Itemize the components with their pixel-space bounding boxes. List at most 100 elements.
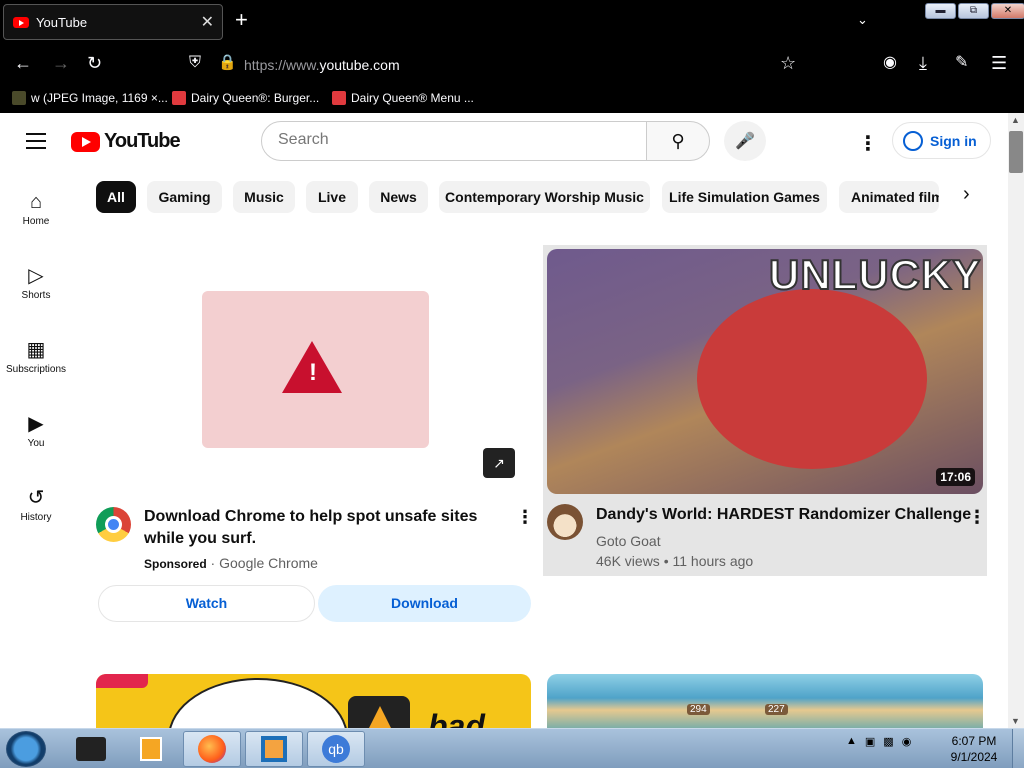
display-icon[interactable]: ▩ <box>883 735 893 748</box>
video-thumbnail-partial[interactable]: 294 227 <box>547 674 983 728</box>
app-menu-icon[interactable]: ☰ <box>991 53 1007 73</box>
video-thumbnail-partial[interactable]: bad <box>96 674 531 728</box>
scrollbar-thumb[interactable] <box>1009 131 1023 173</box>
channel-avatar[interactable] <box>547 504 583 540</box>
home-icon: ⌂ <box>29 191 43 213</box>
page-scrollbar[interactable]: ▲ ▼ <box>1008 113 1024 728</box>
taskbar-app-icon[interactable] <box>62 731 120 767</box>
address-bar[interactable]: https://www.youtube.com <box>244 57 400 73</box>
sidebar-item-history[interactable]: ↺ History <box>0 484 72 523</box>
virtualbox-taskbar-button[interactable] <box>245 731 303 767</box>
video-thumbnail[interactable]: UNLUCKY 17:06 <box>547 249 983 494</box>
video-kebab-menu-icon[interactable]: ⋮ <box>968 507 986 528</box>
close-window-button[interactable]: ✕ <box>991 3 1024 19</box>
bookmark-item-2[interactable]: Dairy Queen® Menu ... <box>332 91 474 105</box>
external-link-icon[interactable]: ↗ <box>483 448 515 478</box>
tray-arrow-icon[interactable]: ▲ <box>846 735 857 748</box>
scroll-down-icon[interactable]: ▼ <box>1011 716 1020 726</box>
windows-taskbar: qb ▲ ▣ ▩ ◉ 6:07 PM 9/1/2024 <box>0 728 1024 768</box>
thumbnail-text: bad <box>428 708 485 728</box>
shield-icon[interactable]: ⛨ <box>189 53 201 73</box>
scroll-up-icon[interactable]: ▲ <box>1011 115 1020 125</box>
back-arrow-icon[interactable]: ← <box>14 53 32 73</box>
sidebar-item-shorts[interactable]: ▷ Shorts <box>0 262 72 301</box>
hamburger-menu-icon[interactable] <box>26 133 46 149</box>
chip-all[interactable]: All <box>96 181 136 213</box>
ad-thumbnail[interactable]: ! <box>202 291 429 448</box>
firefox-taskbar-button[interactable] <box>183 731 241 767</box>
watch-button[interactable]: Watch <box>98 585 315 622</box>
channel-name[interactable]: Goto Goat <box>596 533 661 549</box>
reload-icon[interactable]: ↻ <box>87 53 102 73</box>
browser-nav-bar: ← → ↻ ⛨ 🔒 https://www.youtube.com ☆ ◉ ⤓ … <box>0 43 1024 86</box>
window-controls: ▬ ⧉ ✕ <box>925 3 1024 19</box>
badge: 294 <box>687 704 710 715</box>
browser-tab-youtube[interactable]: YouTube ✕ <box>3 4 223 40</box>
sidebar-item-you[interactable]: ▶ You <box>0 410 72 449</box>
voice-search-button[interactable]: 🎤 <box>724 121 766 161</box>
video-title[interactable]: Dandy's World: HARDEST Randomizer Challe… <box>596 506 971 524</box>
extensions-icon[interactable]: ✎ <box>955 53 968 73</box>
microphone-icon: 🎤 <box>735 133 755 150</box>
bookmark-star-icon[interactable]: ☆ <box>780 53 796 73</box>
bookmark-label: Dairy Queen®: Burger... <box>191 91 320 105</box>
ad-kebab-menu-icon[interactable]: ⋮ <box>516 507 534 528</box>
show-desktop-button[interactable] <box>1012 729 1024 768</box>
start-button[interactable] <box>6 731 46 767</box>
new-tab-button[interactable]: + <box>235 9 248 31</box>
volume-icon[interactable]: ◉ <box>902 735 912 748</box>
tab-title: YouTube <box>36 15 88 30</box>
clock[interactable]: 6:07 PM 9/1/2024 <box>948 733 1000 765</box>
sidebar-item-home[interactable]: ⌂ Home <box>0 188 72 227</box>
media-player-icon[interactable] <box>122 731 180 767</box>
qbittorrent-taskbar-button[interactable]: qb <box>307 731 365 767</box>
pocket-icon[interactable]: ◉ <box>883 53 897 73</box>
chip-gaming[interactable]: Gaming <box>147 181 222 213</box>
history-icon: ↺ <box>27 487 45 509</box>
restore-button[interactable]: ⧉ <box>958 3 989 19</box>
sidebar-item-subscriptions[interactable]: ▦ Subscriptions <box>0 336 72 375</box>
minimize-button[interactable]: ▬ <box>925 3 956 19</box>
bookmark-item-0[interactable]: w (JPEG Image, 1169 ×... <box>12 91 168 105</box>
dairy-queen-icon <box>332 91 346 105</box>
bookmark-label: Dairy Queen® Menu ... <box>351 91 474 105</box>
bookmarks-bar: w (JPEG Image, 1169 ×... Dairy Queen®: B… <box>0 86 1024 113</box>
bookmark-item-1[interactable]: Dairy Queen®: Burger... <box>172 91 319 105</box>
search-input[interactable]: Search <box>261 121 647 161</box>
chip-life-simulation-games[interactable]: Life Simulation Games <box>662 181 827 213</box>
lock-icon[interactable]: 🔒 <box>218 53 237 73</box>
youtube-logo-text: YouTube <box>104 130 181 152</box>
sign-in-button[interactable]: Sign in <box>892 122 991 159</box>
chevron-right-icon[interactable]: › <box>963 183 970 206</box>
video-duration: 17:06 <box>936 468 975 486</box>
chip-contemporary-worship-music[interactable]: Contemporary Worship Music <box>439 181 650 213</box>
sponsored-label: Sponsored <box>144 557 207 571</box>
screen: YouTube ✕ + ⌄ ▬ ⧉ ✕ ← → ↻ ⛨ 🔒 https://ww… <box>0 0 1024 768</box>
search-button[interactable]: ⚲ <box>646 121 710 161</box>
download-button[interactable]: Download <box>318 585 531 622</box>
tab-close-icon[interactable]: ✕ <box>201 12 214 32</box>
advertiser-name: Google Chrome <box>219 555 318 571</box>
sidebar-label: History <box>20 512 52 523</box>
chip-music[interactable]: Music <box>233 181 295 213</box>
youtube-page: YouTube Search ⚲ 🎤 ⋮ Sign in ⌂ Home ▷ Sh… <box>0 113 1008 728</box>
subscriptions-icon: ▦ <box>26 339 46 361</box>
chip-live[interactable]: Live <box>306 181 358 213</box>
network-icon[interactable]: ▣ <box>865 735 875 748</box>
forward-arrow-icon[interactable]: → <box>52 53 70 73</box>
downloads-icon[interactable]: ⤓ <box>919 53 927 73</box>
search-icon: ⚲ <box>671 130 685 151</box>
system-tray: ▲ ▣ ▩ ◉ <box>846 735 911 748</box>
chrome-logo-icon <box>96 507 131 542</box>
ad-title[interactable]: Download Chrome to help spot unsafe site… <box>144 506 504 550</box>
chip-news[interactable]: News <box>369 181 428 213</box>
thumbnail-text: UNLUCKY <box>768 250 982 299</box>
youtube-logo[interactable]: YouTube <box>71 130 181 153</box>
tab-list-chevron-icon[interactable]: ⌄ <box>857 12 868 28</box>
url-domain: youtube.com <box>319 57 400 73</box>
account-circle-icon <box>903 130 923 151</box>
settings-kebab-icon[interactable]: ⋮ <box>858 131 878 156</box>
chip-animated-film[interactable]: Animated film <box>839 181 939 213</box>
video-card[interactable]: UNLUCKY 17:06 <box>543 245 987 576</box>
youtube-play-icon <box>71 131 100 152</box>
